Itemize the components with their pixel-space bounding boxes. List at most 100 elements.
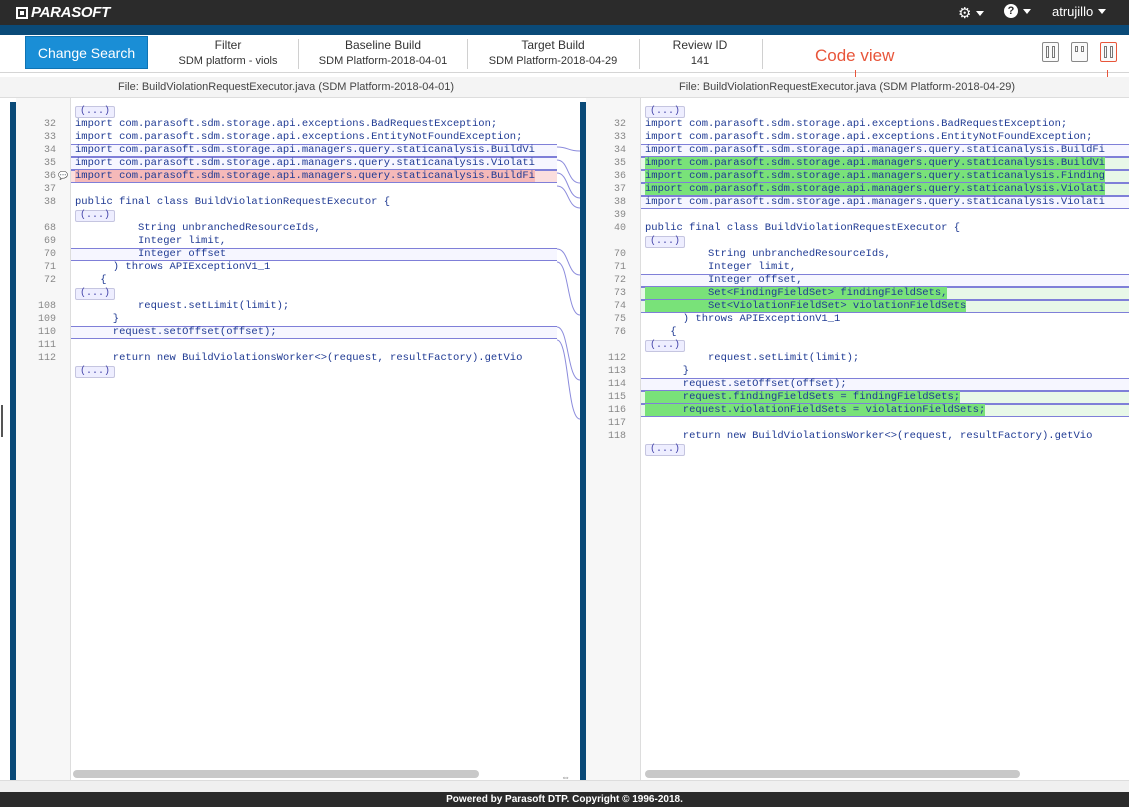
code-line: (...) xyxy=(586,235,1129,248)
line-number: 70 xyxy=(613,249,626,260)
code-line: 40 public final class BuildViolationReque… xyxy=(586,222,1129,235)
code-content: { xyxy=(645,326,677,338)
logo-text: PARASOFT xyxy=(31,4,110,21)
collapsed-section[interactable]: (...) xyxy=(75,105,557,118)
left-horizontal-scrollbar[interactable] xyxy=(73,770,479,778)
code-line: 37 import com.parasoft.sdm.storage.api.ma… xyxy=(586,183,1129,196)
code-text: import com.parasoft.sdm.storage.api.mana… xyxy=(645,183,1129,196)
code-content: return new BuildViolationsWorker<>(reque… xyxy=(75,352,523,364)
code-text: public final class BuildViolationRequest… xyxy=(75,196,557,209)
right-horizontal-scrollbar[interactable] xyxy=(645,770,1020,778)
change-search-button[interactable]: Change Search xyxy=(25,36,148,69)
right-file-name: File: BuildViolationRequestExecutor.java… xyxy=(679,81,1016,93)
code-text: return new BuildViolationsWorker<>(reque… xyxy=(645,430,1129,443)
code-content: import com.parasoft.sdm.storage.api.exce… xyxy=(75,131,523,143)
collapsed-section[interactable]: (...) xyxy=(75,287,557,300)
top-bar: PARASOFT ⚙ ? atrujillo xyxy=(0,0,1129,25)
expand-button[interactable]: (...) xyxy=(645,106,686,118)
expand-button[interactable]: (...) xyxy=(75,288,116,300)
code-text: } xyxy=(75,313,557,326)
collapsed-section[interactable]: (...) xyxy=(645,339,1129,352)
help-menu[interactable]: ? xyxy=(1004,4,1031,18)
line-number: 40 xyxy=(613,223,626,234)
baseline-value: SDM Platform-2018-04-01 xyxy=(318,55,448,67)
line-number: 37 xyxy=(613,184,626,195)
parasoft-logo[interactable]: PARASOFT xyxy=(16,4,110,21)
line-number: 72 xyxy=(43,275,56,286)
side-panel-handle[interactable] xyxy=(1,405,5,437)
code-line: 115 request.findingFieldSets = findingFi… xyxy=(586,391,1129,404)
code-line: 72 Integer offset, xyxy=(586,274,1129,287)
line-number: 36 xyxy=(613,171,626,182)
collapsed-section[interactable]: (...) xyxy=(645,235,1129,248)
expand-button[interactable]: (...) xyxy=(645,444,686,456)
code-line: 73 Set<FindingFieldSet> findingFieldSets… xyxy=(586,287,1129,300)
line-number: 111 xyxy=(37,340,56,351)
code-content: request.setOffset(offset); xyxy=(75,326,277,338)
code-line: 34 import com.parasoft.sdm.storage.api.ma… xyxy=(16,144,557,157)
code-content: ) throws APIExceptionV1_1 xyxy=(75,261,271,273)
line-number: 116 xyxy=(607,405,626,416)
expand-button[interactable]: (...) xyxy=(645,236,686,248)
code-content: Set<ViolationFieldSet> violationFieldSet… xyxy=(645,300,967,312)
code-content: import com.parasoft.sdm.storage.api.mana… xyxy=(75,170,535,182)
view-mode-code-icon[interactable] xyxy=(1100,42,1117,62)
help-icon: ? xyxy=(1004,4,1018,18)
expand-button[interactable]: (...) xyxy=(75,106,116,118)
code-line: (...) xyxy=(586,443,1129,456)
chevron-down-icon xyxy=(976,10,985,16)
collapsed-section[interactable]: (...) xyxy=(645,443,1129,456)
divider xyxy=(298,39,299,69)
expand-button[interactable]: (...) xyxy=(75,366,116,378)
code-content: import com.parasoft.sdm.storage.api.mana… xyxy=(75,157,535,169)
code-text: public final class BuildViolationRequest… xyxy=(645,222,1129,235)
code-text: { xyxy=(75,274,557,287)
code-text: request.setLimit(limit); xyxy=(75,300,557,313)
code-line: 111 xyxy=(16,339,557,352)
expand-button[interactable]: (...) xyxy=(75,210,116,222)
code-text: import com.parasoft.sdm.storage.api.exce… xyxy=(645,131,1129,144)
settings-menu[interactable]: ⚙ xyxy=(958,4,985,22)
code-text: import com.parasoft.sdm.storage.api.exce… xyxy=(75,118,557,131)
code-line: 116 request.violationFieldSets = violati… xyxy=(586,404,1129,417)
code-line: 35 import com.parasoft.sdm.storage.api.ma… xyxy=(586,157,1129,170)
code-line: 108 request.setLimit(limit); xyxy=(16,300,557,313)
code-line: 68 String unbranchedResourceIds, xyxy=(16,222,557,235)
line-number: 72 xyxy=(613,275,626,286)
left-file-name: File: BuildViolationRequestExecutor.java… xyxy=(118,81,455,93)
review-value: 141 xyxy=(690,55,710,67)
line-number: 35 xyxy=(613,158,626,169)
code-content: request.findingFieldSets = findingFieldS… xyxy=(645,391,961,403)
collapsed-section[interactable]: (...) xyxy=(645,105,1129,118)
code-line: 39 xyxy=(586,209,1129,222)
comment-icon[interactable]: 💬 xyxy=(58,170,68,183)
code-line: 113 } xyxy=(586,365,1129,378)
view-mode-left-icon[interactable] xyxy=(1042,42,1059,62)
code-content: import com.parasoft.sdm.storage.api.exce… xyxy=(645,131,1093,143)
code-content: ) throws APIExceptionV1_1 xyxy=(645,313,841,325)
line-number: 38 xyxy=(613,197,626,208)
code-text: import com.parasoft.sdm.storage.api.mana… xyxy=(75,157,557,170)
code-content: request.violationFieldSets = violationFi… xyxy=(645,404,986,416)
connector-line xyxy=(557,339,580,420)
right-code-pane[interactable]: (...) 32 import com.parasoft.sdm.storage.a… xyxy=(586,98,1129,780)
code-line: 32 import com.parasoft.sdm.storage.api.ex… xyxy=(586,118,1129,131)
code-line: 112 request.setLimit(limit); xyxy=(586,352,1129,365)
user-menu[interactable]: atrujillo xyxy=(1052,4,1107,19)
line-number: 74 xyxy=(613,301,626,312)
sync-scroll-icon[interactable]: ⇔ xyxy=(561,772,570,782)
code-text: request.findingFieldSets = findingFieldS… xyxy=(645,391,1129,404)
connector-line xyxy=(557,159,580,184)
collapsed-section[interactable]: (...) xyxy=(75,365,557,378)
code-text: ) throws APIExceptionV1_1 xyxy=(645,313,1129,326)
line-number: 112 xyxy=(607,353,626,364)
code-line: 69 Integer limit, xyxy=(16,235,557,248)
target-label: Target Build xyxy=(521,38,585,52)
expand-button[interactable]: (...) xyxy=(645,340,686,352)
code-line: 109 } xyxy=(16,313,557,326)
line-number: 71 xyxy=(43,262,56,273)
collapsed-section[interactable]: (...) xyxy=(75,209,557,222)
left-code-pane[interactable]: (...) 32 import com.parasoft.sdm.storage.a… xyxy=(16,98,557,780)
view-mode-split-icon[interactable] xyxy=(1071,42,1088,62)
code-text: ) throws APIExceptionV1_1 xyxy=(75,261,557,274)
